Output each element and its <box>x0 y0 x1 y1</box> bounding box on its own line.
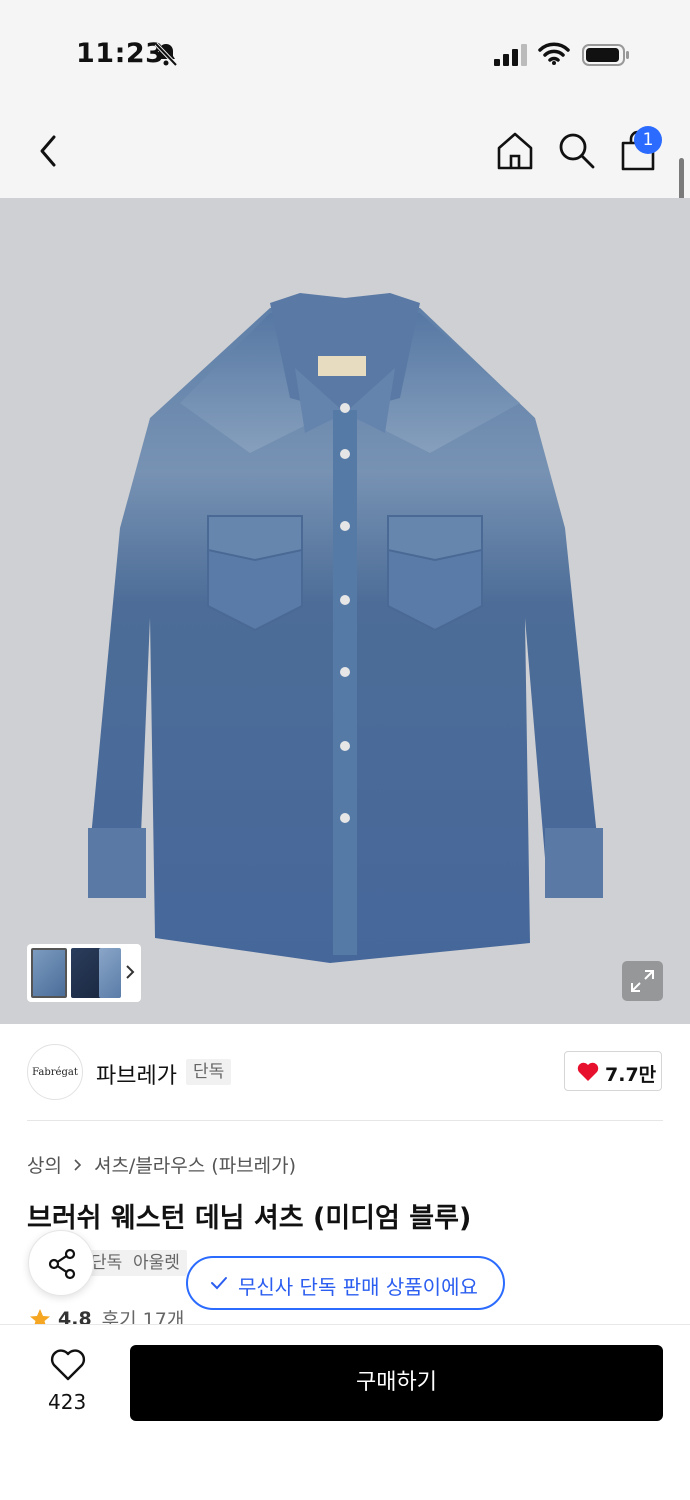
status-bar: 11:23 <box>0 0 690 100</box>
search-icon[interactable] <box>556 130 596 170</box>
breadcrumb-subcategory[interactable]: 셔츠/블라우스 (파브레가) <box>94 1151 296 1178</box>
chevron-right-icon <box>74 1158 82 1171</box>
expand-button[interactable] <box>622 961 663 1001</box>
cart-badge: 1 <box>634 126 662 154</box>
breadcrumb: 상의 셔츠/블라우스 (파브레가) <box>27 1151 296 1178</box>
divider <box>27 1120 663 1121</box>
heart-filled-icon <box>577 1062 599 1081</box>
brand-logo[interactable]: Fabrégat <box>27 1044 83 1100</box>
product-image[interactable] <box>0 198 690 1024</box>
buy-button[interactable]: 구매하기 <box>130 1345 663 1421</box>
battery-icon <box>582 44 629 66</box>
thumbnail-3[interactable] <box>99 948 121 998</box>
wifi-icon <box>538 42 570 65</box>
top-nav <box>0 100 690 198</box>
bell-off-icon <box>154 42 178 67</box>
expand-icon <box>631 970 654 992</box>
product-title: 브러쉬 웨스턴 데님 셔츠 (미디엄 블루) <box>27 1203 472 1234</box>
share-button[interactable] <box>28 1230 94 1296</box>
exclusive-notice-text: 무신사 단독 판매 상품이에요 <box>238 1275 478 1299</box>
wishlist-count: 423 <box>48 1390 87 1414</box>
brand-like-count: 7.7만 <box>605 1064 657 1086</box>
product-tag-outlet: 아울렛 <box>126 1250 187 1276</box>
share-icon <box>48 1248 76 1280</box>
brand-name[interactable]: 파브레가 <box>96 1058 177 1090</box>
back-icon[interactable] <box>32 132 66 170</box>
brand-like-button[interactable]: 7.7만 <box>564 1051 662 1091</box>
heart-outline-icon[interactable] <box>50 1348 86 1382</box>
exclusive-tag: 단독 <box>186 1059 232 1085</box>
chevron-right-icon[interactable] <box>123 962 137 982</box>
thumbnail-1[interactable] <box>31 948 67 998</box>
signal-icon <box>494 44 527 66</box>
breadcrumb-category[interactable]: 상의 <box>27 1151 62 1178</box>
thumbnail-strip[interactable] <box>27 944 141 1002</box>
exclusive-notice: 무신사 단독 판매 상품이에요 <box>186 1256 505 1310</box>
denim-shirt-image <box>88 293 603 963</box>
home-icon[interactable] <box>494 130 536 172</box>
check-icon <box>211 1277 227 1290</box>
